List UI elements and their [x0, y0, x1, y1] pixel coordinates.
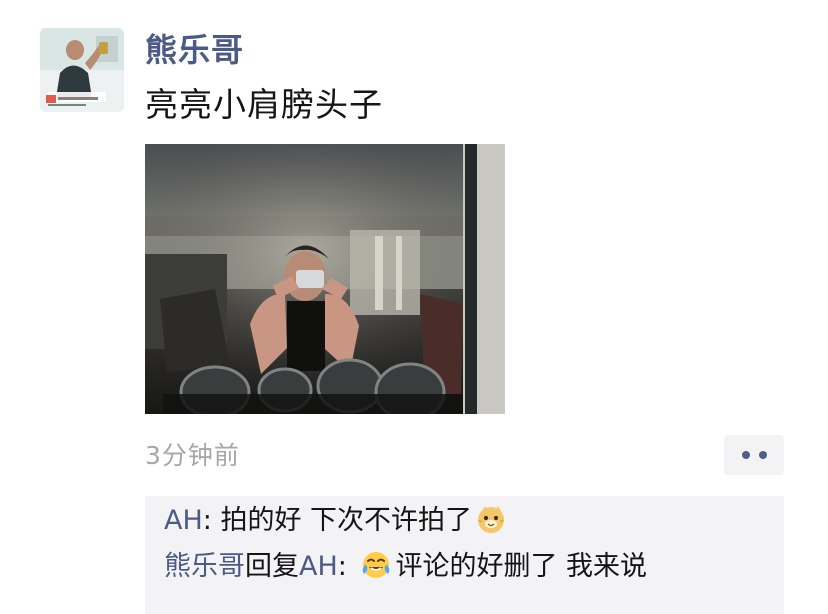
author-name[interactable]: 熊乐哥	[145, 30, 244, 70]
more-dot	[741, 451, 750, 459]
post-time: 3分钟前	[145, 441, 240, 470]
doge-emoji-icon	[474, 502, 508, 536]
reply-word: 回复	[245, 551, 299, 582]
author-avatar[interactable]	[40, 28, 124, 112]
comment-author[interactable]: AH	[164, 505, 203, 536]
post-image[interactable]	[145, 144, 505, 414]
more-actions-button[interactable]	[724, 435, 784, 475]
comment-text: 评论的好删了 我来说	[395, 551, 648, 582]
reply-target[interactable]: AH	[299, 551, 338, 582]
more-dot	[758, 451, 767, 459]
comment-row[interactable]: AH: 拍的好 下次不许拍了	[164, 502, 508, 540]
comments-box: AH: 拍的好 下次不许拍了 熊乐哥回复AH: 评论的好删了 我来说	[145, 496, 784, 614]
laughing-tears-emoji-icon	[359, 548, 393, 582]
comment-author[interactable]: 熊乐哥	[164, 551, 245, 582]
profile-photo-avatar-icon	[40, 28, 124, 112]
comment-text: 拍的好 下次不许拍了	[220, 505, 473, 536]
gym-mirror-selfie-photo-icon	[145, 144, 505, 414]
comment-separator: :	[202, 505, 221, 536]
comment-separator: :	[337, 551, 356, 582]
post-text: 亮亮小肩膀头子	[145, 85, 383, 124]
comment-row[interactable]: 熊乐哥回复AH: 评论的好删了 我来说	[164, 548, 647, 586]
